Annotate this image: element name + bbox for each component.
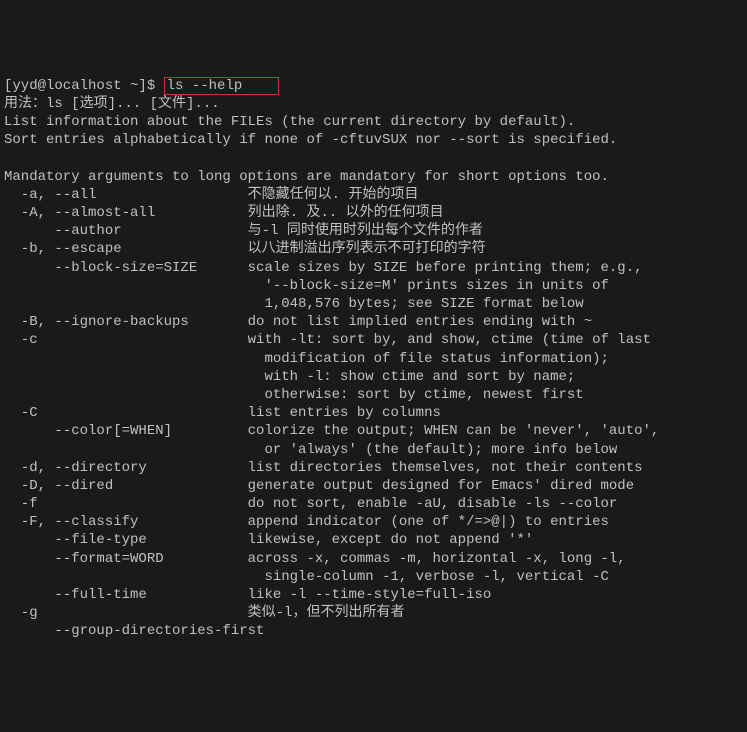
command-text: ls --help (167, 78, 243, 94)
output-line: --full-time like -l --time-style=full-is… (4, 587, 491, 603)
output-line: --format=WORD across -x, commas -m, hori… (4, 551, 626, 567)
output-line: --file-type likewise, except do not appe… (4, 532, 533, 548)
output-line: -D, --dired generate output designed for… (4, 478, 634, 494)
output-line: -c with -lt: sort by, and show, ctime (t… (4, 332, 651, 348)
output-line: or 'always' (the default); more info bel… (4, 442, 617, 458)
output-line: --block-size=SIZE scale sizes by SIZE be… (4, 260, 643, 276)
output-line: '--block-size=M' prints sizes in units o… (4, 278, 609, 294)
output-line: -A, --almost-all 列出除. 及.. 以外的任何项目 (4, 205, 444, 221)
output-line: Sort entries alphabetically if none of -… (4, 132, 617, 148)
output-line: 1,048,576 bytes; see SIZE format below (4, 296, 584, 312)
output-line: List information about the FILEs (the cu… (4, 114, 575, 130)
terminal-window[interactable]: [yyd@localhost ~]$ ls --help 用法：ls [选项].… (4, 77, 743, 641)
output-line: -C list entries by columns (4, 405, 441, 421)
output-line: 用法：ls [选项]... [文件]... (4, 96, 220, 112)
output-line: with -l: show ctime and sort by name; (4, 369, 575, 385)
output-line: -b, --escape 以八进制溢出序列表示不可打印的字符 (4, 241, 486, 257)
output-line: -g 类似-l，但不列出所有者 (4, 605, 404, 621)
output-line: Mandatory arguments to long options are … (4, 169, 609, 185)
output-line: -f do not sort, enable -aU, disable -ls … (4, 496, 617, 512)
output-line: -F, --classify append indicator (one of … (4, 514, 609, 530)
output-line: -d, --directory list directories themsel… (4, 460, 643, 476)
output-line: otherwise: sort by ctime, newest first (4, 387, 584, 403)
shell-prompt: [yyd@localhost ~]$ (4, 78, 164, 94)
output-line: modification of file status information)… (4, 351, 609, 367)
output-line: -B, --ignore-backups do not list implied… (4, 314, 592, 330)
output-line: --color[=WHEN] colorize the output; WHEN… (4, 423, 659, 439)
output-line: single-column -1, verbose -l, vertical -… (4, 569, 609, 585)
command-highlight: ls --help (164, 77, 279, 95)
output-line: --author 与-l 同时使用时列出每个文件的作者 (4, 223, 483, 239)
output-line: -a, --all 不隐藏任何以. 开始的项目 (4, 187, 418, 203)
output-line: --group-directories-first (4, 623, 264, 639)
